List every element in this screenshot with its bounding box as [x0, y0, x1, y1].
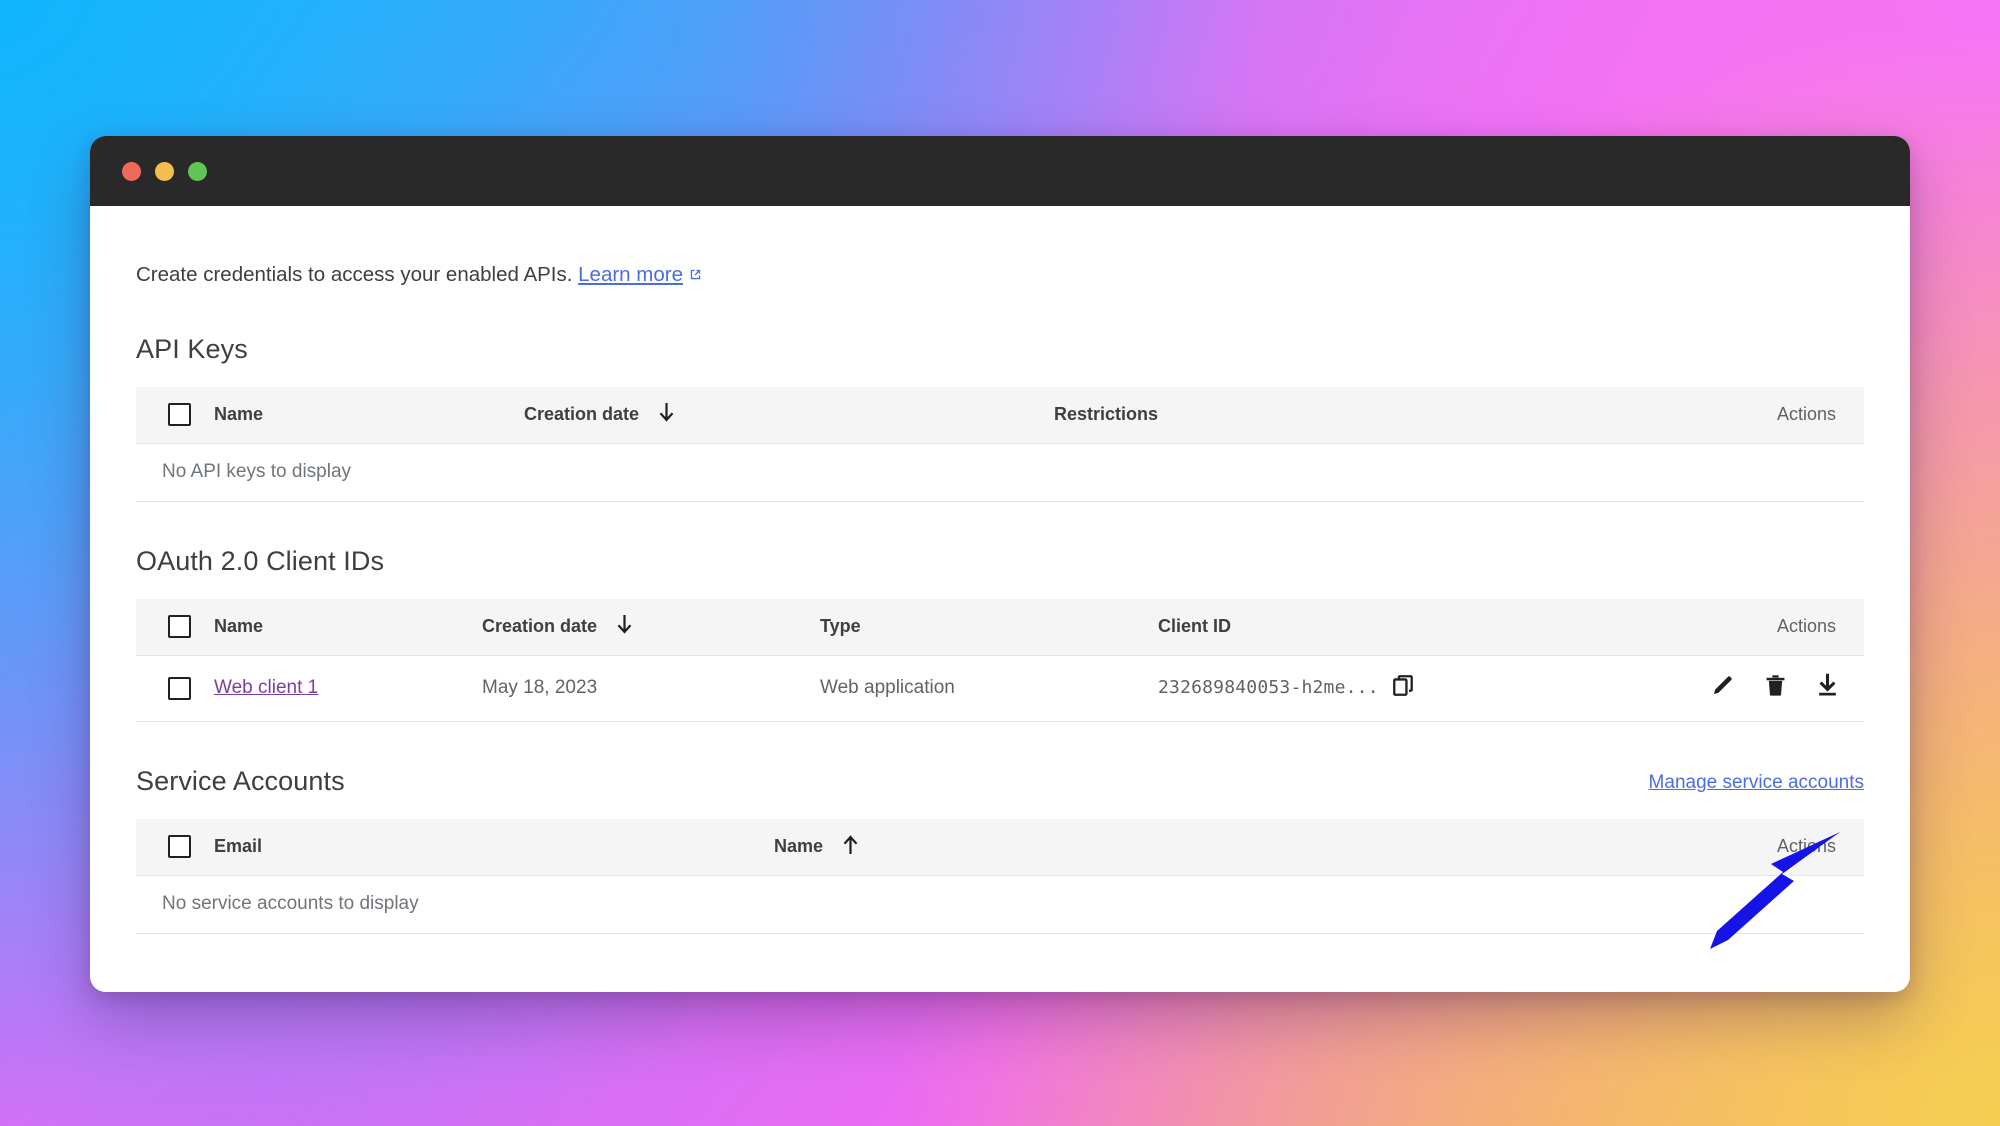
oauth-section-header: OAuth 2.0 Client IDs — [136, 546, 1864, 577]
api-keys-col-actions: Actions — [1634, 386, 1864, 444]
copy-icon[interactable] — [1392, 675, 1414, 701]
api-keys-table: Name Creation date Restrictions Actions … — [136, 386, 1864, 502]
service-accounts-select-all-checkbox[interactable] — [168, 835, 191, 859]
close-window-button[interactable] — [122, 161, 141, 181]
oauth-col-type[interactable]: Type — [820, 598, 1158, 656]
delete-icon[interactable] — [1763, 673, 1788, 704]
service-accounts-table: Email Name Actions No service accounts t… — [136, 818, 1864, 934]
api-keys-title: API Keys — [136, 333, 248, 364]
external-link-icon — [688, 263, 703, 290]
oauth-select-all-cell — [136, 598, 214, 656]
table-row[interactable]: Web client 1 May 18, 2023 Web applicatio… — [136, 655, 1864, 722]
oauth-client-name-link[interactable]: Web client 1 — [214, 677, 318, 698]
sort-descending-icon — [658, 402, 675, 427]
api-keys-select-all-cell — [136, 386, 214, 444]
oauth-row-client-id: 232689840053-h2me... — [1158, 677, 1379, 699]
intro-text: Create credentials to access your enable… — [136, 262, 1864, 290]
oauth-row-select-cell — [136, 655, 214, 722]
oauth-row-checkbox[interactable] — [168, 676, 191, 700]
api-keys-select-all-checkbox[interactable] — [168, 403, 191, 427]
service-accounts-title: Service Accounts — [136, 765, 345, 796]
download-icon[interactable] — [1815, 673, 1840, 704]
edit-icon[interactable] — [1710, 673, 1735, 704]
service-accounts-empty-message: No service accounts to display — [136, 875, 1864, 934]
oauth-header-row: Name Creation date Type Client ID Action… — [136, 598, 1864, 656]
service-accounts-empty-row: No service accounts to display — [136, 875, 1864, 934]
oauth-col-actions: Actions — [1634, 598, 1864, 656]
oauth-row-actions-cell — [1634, 655, 1864, 722]
service-accounts-section-header: Service Accounts Manage service accounts — [136, 766, 1864, 797]
maximize-window-button[interactable] — [188, 161, 207, 181]
api-keys-header-row: Name Creation date Restrictions Actions — [136, 386, 1864, 444]
service-accounts-header-row: Email Name Actions — [136, 818, 1864, 876]
api-keys-empty-row: No API keys to display — [136, 443, 1864, 502]
api-keys-empty-message: No API keys to display — [136, 443, 1864, 502]
api-keys-section-header: API Keys — [136, 334, 1864, 365]
service-accounts-col-name[interactable]: Name — [774, 818, 1634, 876]
window-titlebar — [90, 136, 1910, 206]
oauth-clients-table: Name Creation date Type Client ID Action… — [136, 598, 1864, 722]
api-keys-col-creation-date[interactable]: Creation date — [524, 386, 1054, 444]
oauth-row-type: Web application — [820, 655, 1158, 722]
api-keys-col-name[interactable]: Name — [214, 386, 524, 444]
service-accounts-select-all-cell — [136, 818, 214, 876]
service-accounts-col-actions: Actions — [1634, 818, 1864, 876]
manage-service-accounts-link[interactable]: Manage service accounts — [1649, 772, 1864, 797]
intro-description: Create credentials to access your enable… — [136, 263, 573, 286]
oauth-select-all-checkbox[interactable] — [168, 615, 191, 639]
sort-ascending-icon — [842, 835, 859, 859]
oauth-col-creation-date-label: Creation date — [482, 615, 598, 636]
service-accounts-col-name-label: Name — [774, 835, 824, 856]
oauth-col-client-id[interactable]: Client ID — [1158, 598, 1634, 656]
api-keys-col-restrictions[interactable]: Restrictions — [1054, 386, 1634, 444]
oauth-row-creation-date: May 18, 2023 — [482, 655, 820, 722]
page-content: Create credentials to access your enable… — [90, 206, 1910, 992]
oauth-col-creation-date[interactable]: Creation date — [482, 598, 820, 656]
oauth-col-name[interactable]: Name — [214, 598, 482, 656]
oauth-row-client-id-cell: 232689840053-h2me... — [1158, 655, 1634, 722]
sort-descending-icon — [616, 614, 633, 639]
learn-more-link[interactable]: Learn more — [578, 263, 683, 286]
oauth-row-name-cell: Web client 1 — [214, 655, 482, 722]
spacer-after-oauth — [136, 722, 1864, 766]
browser-window: Create credentials to access your enable… — [90, 136, 1910, 992]
minimize-window-button[interactable] — [155, 161, 174, 181]
api-keys-col-creation-date-label: Creation date — [524, 403, 640, 424]
spacer-after-api-keys — [136, 502, 1864, 546]
service-accounts-col-email[interactable]: Email — [214, 818, 774, 876]
oauth-title: OAuth 2.0 Client IDs — [136, 545, 385, 576]
